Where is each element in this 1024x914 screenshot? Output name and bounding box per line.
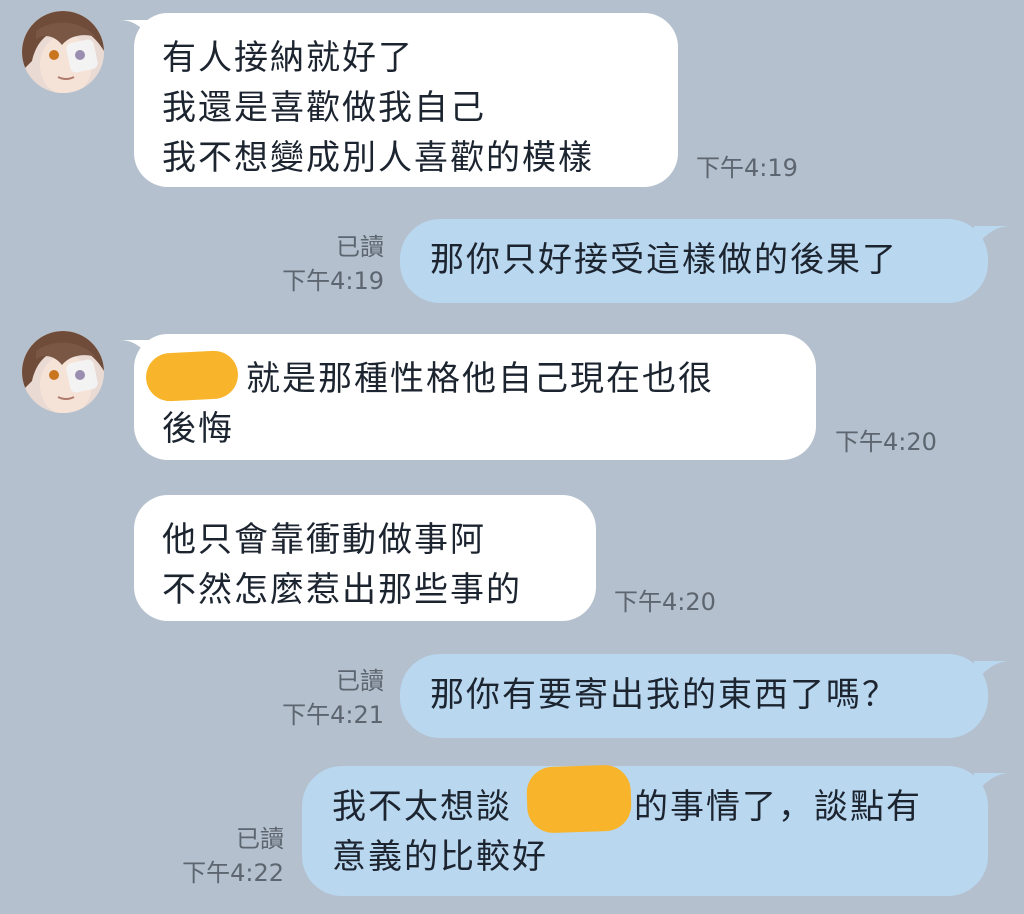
message-timestamp: 下午4:19 [696,154,798,182]
message-timestamp: 下午4:20 [835,428,937,456]
bubble-tail [974,226,1008,250]
read-receipt: 已讀 [336,233,384,261]
read-receipt: 已讀 [336,667,384,695]
read-receipt: 已讀 [236,825,284,853]
message-timestamp: 下午4:20 [614,588,716,616]
message-text: 那你有要寄出我的東西了嗎？ [430,675,898,715]
message-bubble-outgoing[interactable]: 我不太想談 的事情了，談點有 意義的比較好 [302,766,988,896]
message-text: 有人接納就好了 [162,38,414,78]
avatar-image [22,11,104,93]
chat-thread[interactable]: 有人接納就好了 我還是喜歡做我自己 我不想變成別人喜歡的模樣 下午4:19 已讀… [0,0,1024,914]
redaction-mark [525,764,633,834]
contact-avatar[interactable] [22,331,104,413]
message-bubble-outgoing[interactable]: 那你有要寄出我的東西了嗎？ [400,654,988,738]
message-text: 我不太想談 [332,787,512,827]
redaction-mark [144,349,240,403]
message-text: 後悔 [162,409,234,449]
message-text: 就是那種性格他自己現在也很 [246,359,714,399]
message-text: 我不想變成別人喜歡的模樣 [162,138,594,178]
message-bubble-outgoing[interactable]: 那你只好接受這樣做的後果了 [400,219,988,303]
message-text: 意義的比較好 [332,837,548,877]
message-timestamp: 下午4:21 [282,701,384,729]
message-bubble-incoming[interactable]: 有人接納就好了 我還是喜歡做我自己 我不想變成別人喜歡的模樣 [134,13,678,187]
message-text: 我還是喜歡做我自己 [162,88,486,128]
message-text: 那你只好接受這樣做的後果了 [430,240,898,280]
avatar-image [22,331,104,413]
message-text-row: 我不太想談 的事情了，談點有 [332,782,958,832]
contact-avatar[interactable] [22,11,104,93]
bubble-tail [974,661,1008,685]
message-text: 不然怎麼惹出那些事的 [162,570,522,610]
message-timestamp: 下午4:19 [282,267,384,295]
message-timestamp: 下午4:22 [182,859,284,887]
bubble-tail [974,773,1008,797]
message-bubble-incoming[interactable]: 他只會靠衝動做事阿 不然怎麼惹出那些事的 [134,495,596,621]
message-text: 他只會靠衝動做事阿 [162,520,486,560]
message-bubble-incoming[interactable]: 就是那種性格他自己現在也很 後悔 [134,334,816,460]
message-text: 的事情了，談點有 [634,787,922,827]
